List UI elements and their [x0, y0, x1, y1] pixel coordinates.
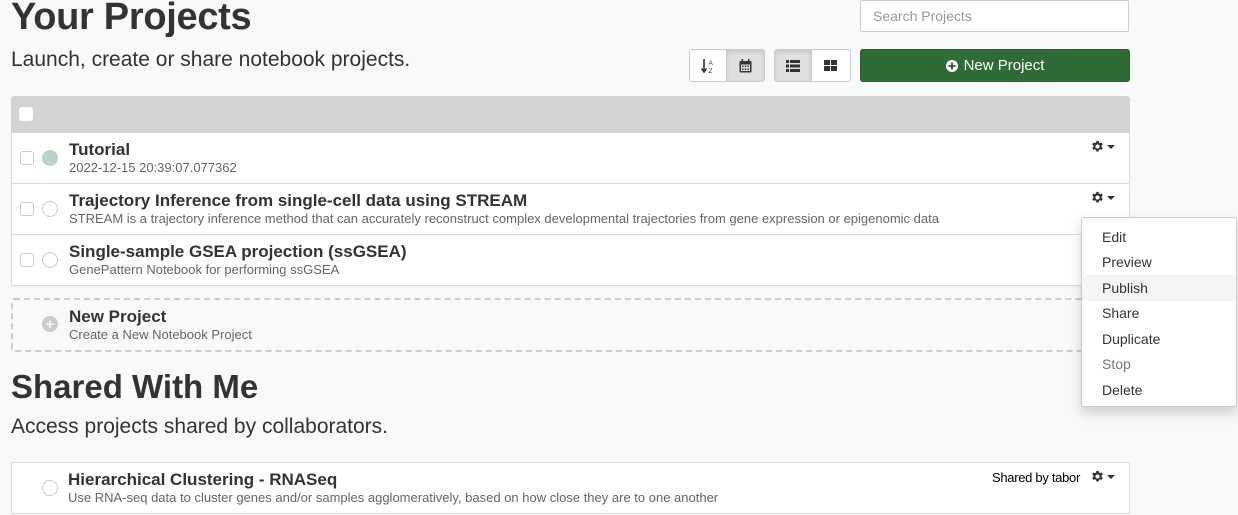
menu-item-delete[interactable]: Delete: [1082, 377, 1236, 403]
project-title: Hierarchical Clustering - RNASeq: [68, 470, 338, 489]
plus-circle-icon: +: [42, 316, 58, 332]
project-row[interactable]: Trajectory Inference from single-cell da…: [11, 184, 1130, 235]
project-checkbox[interactable]: [20, 253, 34, 267]
project-description: Use RNA-seq data to cluster genes and/or…: [68, 490, 719, 505]
sort-alpha-button[interactable]: AZ: [690, 50, 727, 81]
list-header: [11, 96, 1130, 133]
view-button-group: [774, 49, 851, 82]
chevron-down-icon: [1107, 474, 1115, 479]
list-view-button[interactable]: [775, 50, 812, 81]
new-project-card[interactable]: + New Project Create a New Notebook Proj…: [11, 298, 1130, 352]
project-title: Tutorial: [69, 140, 131, 159]
status-indicator-stopped: [42, 252, 58, 268]
list-view-icon: [786, 59, 800, 72]
search-input[interactable]: [860, 0, 1129, 32]
shared-by-label: Shared by tabor: [991, 470, 1080, 485]
gear-icon: [1091, 191, 1104, 204]
menu-item-duplicate[interactable]: Duplicate: [1082, 326, 1236, 352]
menu-item-stop[interactable]: Stop: [1082, 352, 1236, 378]
status-indicator-stopped: [42, 201, 58, 217]
calendar-icon: [739, 58, 752, 73]
svg-text:Z: Z: [709, 68, 713, 74]
chevron-down-icon: [1107, 144, 1115, 149]
shared-section-title: Shared With Me: [11, 368, 259, 405]
select-all-checkbox[interactable]: [19, 107, 33, 121]
new-project-button[interactable]: New Project: [860, 49, 1130, 82]
new-project-card-title: New Project: [69, 307, 167, 326]
chevron-down-icon: [1107, 195, 1115, 200]
project-row[interactable]: Single-sample GSEA projection (ssGSEA) G…: [11, 235, 1130, 286]
project-row[interactable]: Tutorial 2022-12-15 20:39:07.077362: [11, 133, 1130, 184]
gear-icon: [1091, 470, 1104, 483]
shared-project-row[interactable]: Hierarchical Clustering - RNASeq Use RNA…: [11, 462, 1130, 514]
sort-date-button[interactable]: [727, 50, 764, 81]
project-options-button[interactable]: [1091, 140, 1115, 153]
menu-item-share[interactable]: Share: [1082, 301, 1236, 327]
menu-item-publish[interactable]: Publish: [1082, 275, 1236, 301]
project-description: STREAM is a trajectory inference method …: [69, 211, 939, 226]
sort-button-group: AZ: [689, 49, 765, 82]
page-subtitle: Launch, create or share notebook project…: [11, 48, 411, 71]
project-options-menu: Edit Preview Publish Share Duplicate Sto…: [1081, 217, 1237, 407]
project-checkbox[interactable]: [20, 202, 34, 216]
project-description: 2022-12-15 20:39:07.077362: [69, 160, 237, 175]
new-project-card-description: Create a New Notebook Project: [69, 327, 252, 342]
grid-view-icon: [824, 60, 837, 71]
new-project-label: New Project: [963, 57, 1045, 74]
grid-view-button[interactable]: [812, 50, 849, 81]
status-indicator-running: [42, 150, 58, 166]
page-title: Your Projects: [11, 0, 252, 38]
project-checkbox[interactable]: [20, 151, 34, 165]
sort-alpha-icon: AZ: [701, 58, 715, 74]
gear-icon: [1091, 140, 1104, 153]
project-title: Single-sample GSEA projection (ssGSEA): [69, 242, 407, 261]
project-list: Tutorial 2022-12-15 20:39:07.077362 Traj…: [11, 96, 1130, 286]
project-description: GenePattern Notebook for performing ssGS…: [69, 262, 340, 277]
menu-item-preview[interactable]: Preview: [1082, 250, 1236, 276]
menu-item-edit[interactable]: Edit: [1082, 224, 1236, 250]
svg-text:A: A: [709, 60, 714, 67]
project-options-button[interactable]: [1091, 470, 1115, 483]
plus-circle-icon: [945, 59, 958, 72]
shared-section-subtitle: Access projects shared by collaborators.: [11, 415, 389, 438]
project-title: Trajectory Inference from single-cell da…: [69, 191, 528, 210]
status-indicator-stopped: [42, 480, 58, 496]
project-options-button[interactable]: [1091, 191, 1115, 204]
